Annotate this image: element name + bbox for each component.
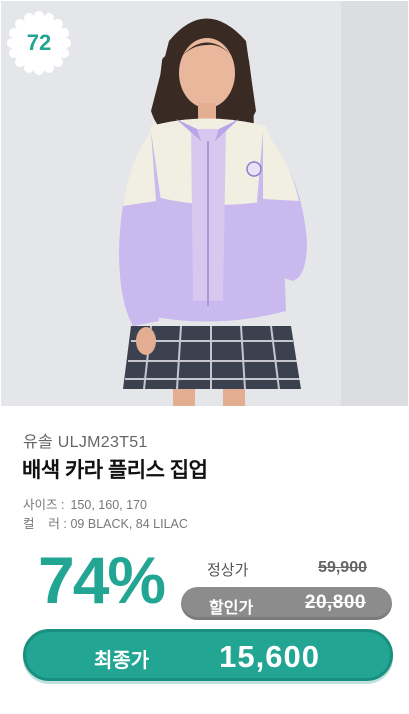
- regular-price: 59,900: [318, 559, 367, 576]
- product-photo[interactable]: 72: [1, 1, 408, 406]
- sale-price-pill: 할인가 20,800: [181, 587, 392, 620]
- final-price: 15,600: [219, 639, 320, 674]
- sale-price-label: 할인가: [209, 600, 254, 617]
- discount-rate: 74%: [38, 543, 166, 617]
- color-info: 컬 러 : 09 BLACK, 84 LILAC: [23, 513, 188, 532]
- final-price-label: 최종가: [94, 650, 150, 672]
- sale-price: 20,800: [304, 592, 366, 613]
- final-price-button[interactable]: 최종가 15,600: [23, 629, 393, 681]
- rank-badge: 72: [7, 11, 71, 75]
- product-card[interactable]: 72 유솔 ULJM23T51 배색 카라 플리스 집업 사이즈 : 150, …: [0, 0, 409, 714]
- color-key: 컬 러 :: [23, 517, 67, 531]
- brand-code: 유솔 ULJM23T51: [23, 434, 148, 451]
- size-key: 사이즈 :: [23, 498, 65, 512]
- product-title[interactable]: 배색 카라 플리스 집업: [22, 454, 208, 484]
- regular-price-label: 정상가: [207, 562, 249, 579]
- rank-number: 72: [26, 30, 52, 55]
- color-value: 09 BLACK, 84 LILAC: [70, 517, 188, 531]
- size-value: 150, 160, 170: [70, 498, 147, 512]
- size-info: 사이즈 : 150, 160, 170: [23, 494, 147, 513]
